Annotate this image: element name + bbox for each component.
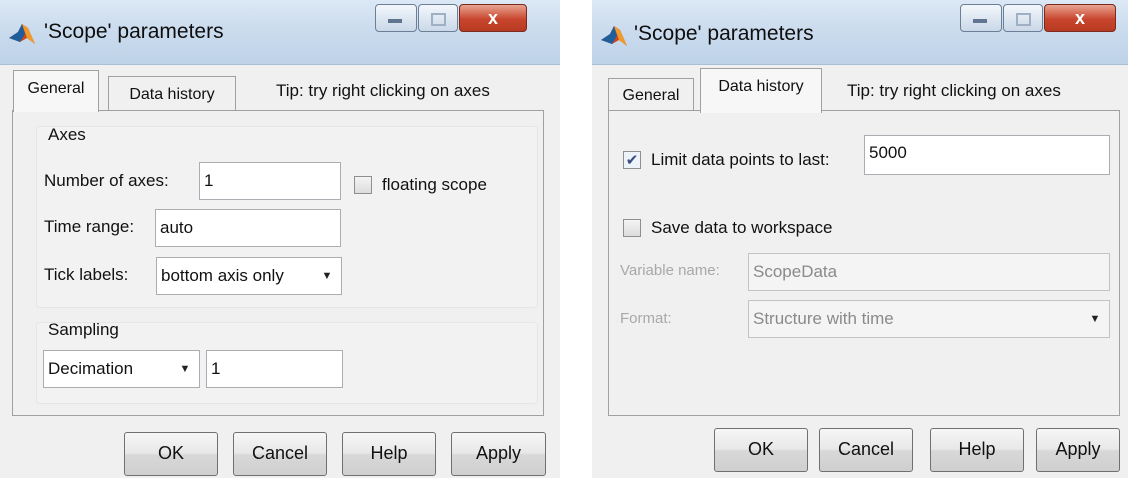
variable-name-input[interactable]: ScopeData [748,253,1110,291]
sampling-group-title: Sampling [48,320,119,339]
chevron-down-icon: ▼ [321,270,333,282]
number-of-axes-input[interactable]: 1 [199,162,341,200]
number-of-axes-label: Number of axes: [44,171,169,190]
tick-labels-label: Tick labels: [44,265,129,284]
limit-points-label: Limit data points to last: [651,150,830,169]
tip-text: Tip: try right clicking on axes [847,81,1061,100]
title-bar[interactable]: 'Scope' parameters x [0,0,560,65]
time-range-label: Time range: [44,217,135,236]
matlab-icon [9,24,35,44]
scope-parameters-dialog-general: 'Scope' parameters x General Data histor… [0,0,560,478]
tip-text: Tip: try right clicking on axes [276,81,490,100]
cancel-button[interactable]: Cancel [819,428,913,472]
tab-general[interactable]: General [608,78,694,113]
minimize-button[interactable] [375,4,417,32]
ok-button[interactable]: OK [124,432,218,476]
format-dropdown[interactable]: Structure with time ▼ [748,300,1110,338]
apply-button[interactable]: Apply [451,432,546,476]
limit-points-checkbox[interactable]: ✔ [623,151,641,169]
time-range-input[interactable]: auto [155,209,341,247]
chevron-down-icon: ▼ [179,363,191,375]
floating-scope-label: floating scope [382,175,487,194]
tab-general[interactable]: General [13,70,99,112]
tick-labels-dropdown[interactable]: bottom axis only ▼ [156,257,342,295]
maximize-icon [1016,13,1031,26]
ok-button[interactable]: OK [714,428,808,472]
save-workspace-label: Save data to workspace [651,218,833,237]
variable-name-label: Variable name: [620,262,720,279]
cancel-button[interactable]: Cancel [233,432,327,476]
minimize-icon [973,19,987,23]
axes-group-title: Axes [48,125,86,144]
close-button[interactable]: x [459,4,527,32]
window-title: 'Scope' parameters [634,22,814,45]
checkmark-icon: ✔ [625,152,639,169]
tick-labels-value: bottom axis only [161,266,284,285]
format-value: Structure with time [753,309,894,328]
chevron-down-icon: ▼ [1089,313,1101,325]
title-bar[interactable]: 'Scope' parameters x [592,0,1128,65]
format-label: Format: [620,310,672,327]
window-title: 'Scope' parameters [44,20,224,43]
limit-points-input[interactable]: 5000 [864,135,1110,175]
floating-scope-checkbox[interactable] [354,176,372,194]
help-button[interactable]: Help [342,432,436,476]
minimize-icon [388,19,402,23]
matlab-icon [601,26,627,46]
maximize-button[interactable] [418,4,458,32]
save-workspace-checkbox[interactable] [623,219,641,237]
maximize-icon [431,13,446,26]
close-icon: x [1074,8,1085,28]
minimize-button[interactable] [960,4,1002,32]
tab-data-history[interactable]: Data history [700,68,822,113]
tab-data-history[interactable]: Data history [108,76,236,111]
close-button[interactable]: x [1044,4,1116,32]
scope-parameters-dialog-data-history: 'Scope' parameters x General Data histor… [592,0,1128,478]
sampling-mode-value: Decimation [48,359,134,378]
decimation-factor-input[interactable]: 1 [206,350,343,388]
sampling-mode-dropdown[interactable]: Decimation ▼ [43,350,200,388]
maximize-button[interactable] [1003,4,1043,32]
apply-button[interactable]: Apply [1036,428,1120,472]
close-icon: x [487,8,498,28]
help-button[interactable]: Help [930,428,1024,472]
